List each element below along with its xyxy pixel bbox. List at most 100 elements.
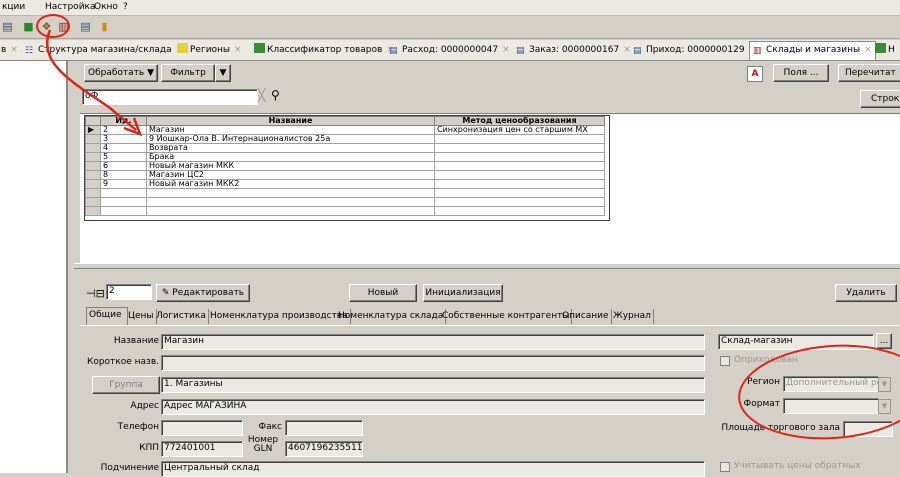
table-row[interactable]: 6 Новый магазин МКК	[85, 161, 605, 171]
address-field[interactable]: Адрес МАГАЗИНА	[161, 399, 705, 415]
close-icon[interactable]: ×	[10, 45, 18, 55]
short-name-label: Короткое назв.	[86, 357, 159, 367]
tab-expense[interactable]: ▤ Расход: 0000000047 ×	[386, 42, 513, 58]
delete-button[interactable]: Удалить	[835, 284, 897, 302]
column-header-pricing-method[interactable]: Метод ценообразования	[434, 116, 605, 126]
cell-method[interactable]	[434, 143, 605, 153]
splitter[interactable]	[74, 263, 900, 269]
new-button[interactable]: Новый	[349, 284, 417, 302]
row-indicator[interactable]	[85, 170, 101, 180]
cell-id[interactable]: 6	[100, 161, 147, 171]
column-header-name[interactable]: Название	[146, 116, 435, 126]
store-type-browse-button[interactable]: ...	[876, 333, 892, 349]
tab-description[interactable]: Описание	[560, 309, 612, 324]
reverse-prices-checkbox[interactable]	[720, 462, 730, 472]
subordination-field[interactable]: Центральный склад	[161, 461, 705, 477]
cell-id[interactable]: 9	[100, 179, 147, 189]
font-a-icon[interactable]: A	[747, 66, 763, 82]
cell-name[interactable]: Новый магазин МКК2	[146, 179, 435, 189]
cell-method[interactable]: Синхронизация цен со старшим МХ	[434, 125, 605, 135]
table-row[interactable]: 9 Новый магазин МКК2	[85, 179, 605, 189]
filter-dropdown-button[interactable]: ▼	[215, 64, 231, 82]
structure-icon: ☷	[25, 46, 34, 56]
tab-order[interactable]: ▤ Заказ: 0000000167 ×	[513, 42, 634, 58]
row-indicator[interactable]	[85, 179, 101, 189]
menu-item-settings[interactable]: Настройка	[45, 2, 96, 12]
phone-field[interactable]	[161, 420, 243, 436]
cell-name[interactable]: Брака	[146, 152, 435, 162]
filter-button[interactable]: Фильтр	[161, 64, 215, 82]
menu-item-window[interactable]: Окно	[94, 2, 118, 12]
row-indicator[interactable]	[85, 152, 101, 162]
tab-general[interactable]: Общие	[86, 307, 128, 325]
window-list-icon[interactable]: ▤	[0, 19, 15, 34]
stores-table: Ид. Название Метод ценообразования ▶ 2 Маг…	[84, 115, 610, 221]
id-field[interactable]: 2	[106, 284, 152, 300]
tab-production-nomenclature[interactable]: Номенклатура производства	[208, 309, 351, 324]
tab-product-classifier[interactable]: Классификатор товаров ×	[251, 42, 397, 58]
cell-name[interactable]: 9 Йошкар-Ола В. Интернационалистов 25а	[146, 134, 435, 144]
cell-method[interactable]	[434, 179, 605, 189]
table-row[interactable]: ▶ 2 Магазин Синхронизация цен со старшим МХ	[85, 125, 605, 135]
tab-prev[interactable]: в ×	[0, 42, 21, 58]
search-icon[interactable]: ⚲	[271, 88, 285, 102]
group-field[interactable]: 1. Магазины	[161, 377, 705, 393]
book-icon	[875, 43, 886, 53]
empty-row	[85, 197, 605, 207]
posted-checkbox[interactable]	[720, 356, 730, 366]
kpp-field[interactable]: 772401001	[161, 441, 243, 457]
tab-next[interactable]: Н	[872, 42, 898, 58]
name-field[interactable]: Магазин	[161, 334, 705, 350]
tab-regions[interactable]: Регионы ×	[174, 42, 245, 58]
initialize-button[interactable]: Инициализация	[423, 284, 503, 302]
subordination-label: Подчинение	[100, 463, 159, 473]
expense-doc-icon: ▤	[389, 46, 398, 56]
tab-receipt[interactable]: ▤Приход: 0000000129×	[630, 42, 759, 58]
tab-logistics[interactable]: Логистика	[154, 309, 209, 324]
cell-id[interactable]: 5	[100, 152, 147, 162]
pin-icon[interactable]: ⊣⊟	[86, 287, 105, 300]
group-button[interactable]: Группа	[92, 376, 160, 394]
row-indicator[interactable]	[85, 161, 101, 171]
tab-journal[interactable]: Журнал	[611, 309, 654, 324]
menu-item-actions[interactable]: кции	[2, 2, 25, 12]
cell-method[interactable]	[434, 170, 605, 180]
table-row[interactable]: 39 Йошкар-Ола В. Интернационалистов 25а	[85, 134, 605, 144]
cell-method[interactable]	[434, 161, 605, 171]
phone-label: Телефон	[117, 422, 159, 432]
tab-warehouses-and-stores[interactable]: ▥ Склады и магазины ×	[749, 41, 876, 60]
short-name-field[interactable]	[161, 355, 705, 371]
edit-button[interactable]: ✎ Редактировать	[156, 284, 250, 302]
gln-label: Номер GLN	[247, 435, 279, 454]
clear-search-icon[interactable]: ╳	[258, 88, 270, 102]
cell-name[interactable]: Возврата	[146, 143, 435, 153]
tab-own-counterparties[interactable]: Собственные контрагенты	[440, 309, 573, 324]
fields-button[interactable]: Поля ...	[773, 64, 829, 82]
tab-warehouse-nomenclature[interactable]: Номенклатура склада	[336, 309, 447, 324]
name-label: Название	[113, 336, 159, 346]
close-icon[interactable]: ×	[502, 45, 510, 55]
close-icon[interactable]: ×	[864, 45, 872, 55]
cell-name[interactable]: Магазин	[146, 125, 435, 135]
menu-item-help[interactable]: ?	[123, 2, 128, 12]
pencil-icon: ✎	[161, 288, 170, 298]
fax-label: Факс	[258, 422, 282, 432]
rows-button[interactable]: Строк	[860, 90, 900, 108]
cell-name[interactable]: Магазин ЦС2	[146, 170, 435, 180]
cell-id[interactable]: 4	[100, 143, 147, 153]
book-icon[interactable]: ■	[21, 19, 36, 34]
empty-row	[85, 206, 605, 216]
gln-field[interactable]: 4607196235511	[285, 441, 363, 457]
cell-method[interactable]	[434, 152, 605, 162]
table-row[interactable]: 4 Возврата	[85, 143, 605, 153]
cell-id[interactable]: 8	[100, 170, 147, 180]
cell-name[interactable]: Новый магазин МКК	[146, 161, 435, 171]
cell-method[interactable]	[434, 134, 605, 144]
fax-field[interactable]	[285, 420, 363, 436]
row-indicator[interactable]	[85, 143, 101, 153]
table-row[interactable]: 5 Брака	[85, 152, 605, 162]
tab-prices[interactable]: Цены	[126, 309, 157, 324]
reload-button[interactable]: Перечитат	[838, 64, 900, 82]
table-row[interactable]: 8 Магазин ЦС2	[85, 170, 605, 180]
close-icon[interactable]: ×	[234, 45, 242, 55]
